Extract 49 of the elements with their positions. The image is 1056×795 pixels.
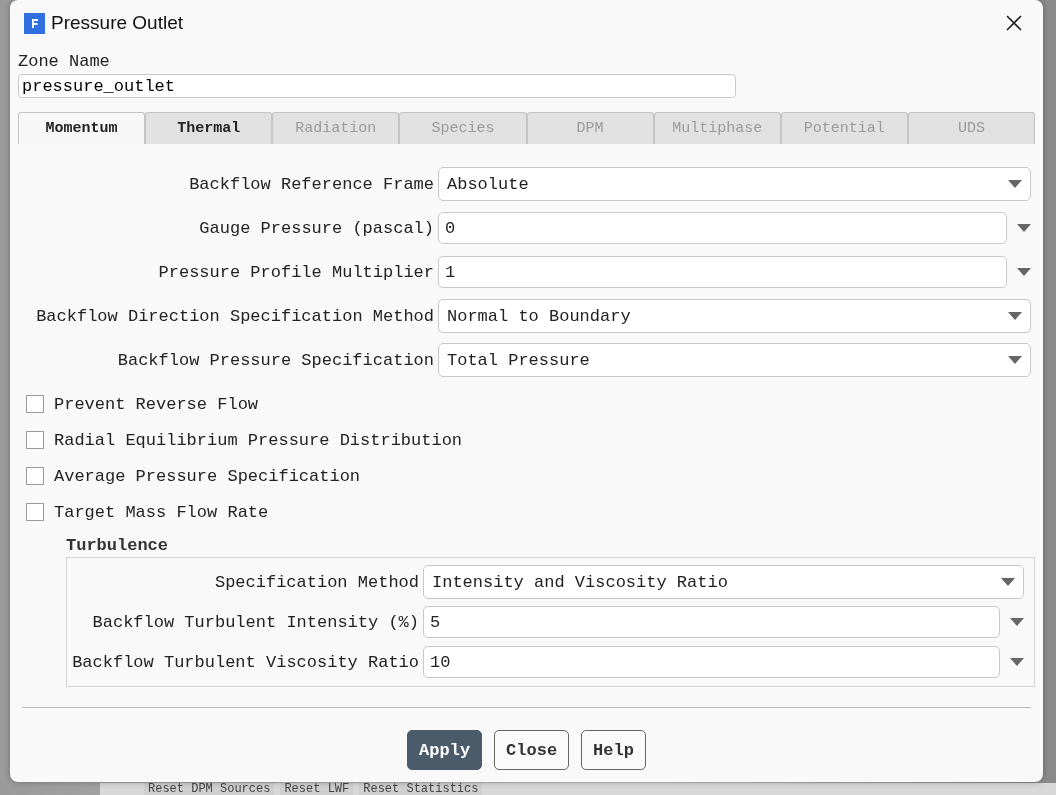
window-title: Pressure Outlet [51, 12, 184, 34]
checkbox[interactable] [26, 395, 44, 413]
dropdown-button[interactable] [1010, 658, 1024, 666]
field-label: Backflow Turbulent Intensity (%) [91, 612, 420, 632]
zone-name-field[interactable]: pressure_outlet [18, 74, 736, 98]
background-button[interactable]: Reset DPM Sources [144, 783, 275, 795]
checkbox[interactable] [26, 503, 44, 521]
dropdown-arrow-icon [1008, 356, 1022, 364]
dialog-button[interactable]: Apply [407, 730, 483, 770]
dialog-button[interactable]: Close [494, 730, 570, 770]
field-label: Backflow Reference Frame [188, 174, 435, 194]
checkbox-label: Radial Equilibrium Pressure Distribution [54, 430, 463, 450]
app-logo-icon [24, 12, 45, 34]
dropdown-arrow-icon [1008, 180, 1022, 188]
number-field[interactable]: 5 [423, 606, 1000, 638]
dropdown-arrow-icon [1017, 268, 1031, 276]
number-field[interactable]: 0 [438, 212, 1007, 244]
checkbox-label: Prevent Reverse Flow [54, 394, 259, 414]
dropdown[interactable]: Total Pressure [438, 343, 1031, 377]
group-title: Turbulence [66, 536, 170, 555]
dropdown-arrow-icon [1017, 224, 1031, 232]
field-label: Pressure Profile Multiplier [157, 262, 435, 282]
field-label: Backflow Turbulent Viscosity Ratio [71, 652, 420, 672]
tab[interactable]: Momentum [18, 112, 146, 144]
tab[interactable]: Thermal [145, 112, 273, 144]
checkbox[interactable] [26, 431, 44, 449]
field-label: Backflow Pressure Specification [116, 350, 435, 370]
field-label: Backflow Direction Specification Method [35, 306, 435, 326]
dropdown-arrow-icon [1008, 312, 1022, 320]
background-button[interactable]: Reset Statistics [359, 783, 483, 795]
dialog-button[interactable]: Help [581, 730, 646, 770]
dropdown-button[interactable] [1017, 224, 1031, 232]
dropdown-button[interactable] [1017, 268, 1031, 276]
background-button[interactable]: Reset LWF [280, 783, 354, 795]
number-field[interactable]: 10 [423, 646, 1000, 678]
checkbox-label: Target Mass Flow Rate [54, 502, 269, 522]
dropdown[interactable]: Absolute [438, 167, 1031, 201]
field-label: Specification Method [213, 572, 420, 592]
dropdown-button[interactable] [1010, 618, 1024, 626]
dropdown-arrow-icon [1001, 578, 1015, 586]
checkbox[interactable] [26, 467, 44, 485]
dropdown-arrow-icon [1010, 618, 1024, 626]
zone-name-label: Zone Name [18, 52, 111, 71]
dropdown[interactable]: Normal to Boundary [438, 299, 1031, 333]
checkbox-label: Average Pressure Specification [54, 466, 361, 486]
dropdown[interactable]: Intensity and Viscosity Ratio [423, 565, 1024, 599]
number-field[interactable]: 1 [438, 256, 1007, 288]
field-label: Gauge Pressure (pascal) [198, 218, 435, 238]
dropdown-arrow-icon [1010, 658, 1024, 666]
